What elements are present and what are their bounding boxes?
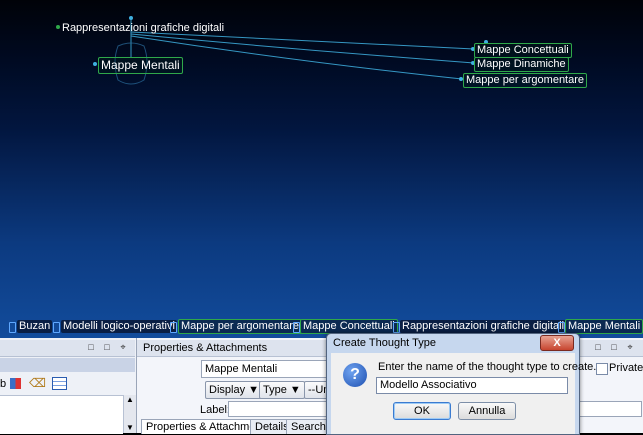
pin-icon — [393, 322, 400, 333]
dialog-title: Create Thought Type — [333, 337, 436, 349]
display-label: Display — [209, 384, 246, 396]
pin-icon — [293, 322, 300, 333]
private-checkbox[interactable] — [596, 363, 608, 375]
ok-button[interactable]: OK — [393, 402, 451, 420]
pinned-thought[interactable]: Rappresentazioni grafiche digitali — [400, 320, 567, 333]
pin-panel-icon[interactable]: ⌖ — [625, 342, 635, 352]
child-thought[interactable]: Mappe Dinamiche — [474, 57, 569, 72]
pinned-thought[interactable]: Mappe per argomentare — [178, 319, 303, 334]
left-panel-list[interactable] — [0, 395, 123, 434]
question-icon: ? — [343, 363, 367, 387]
gate-dot[interactable] — [56, 25, 60, 29]
brush-icon[interactable]: ⌫ — [29, 376, 46, 390]
parent-thought[interactable]: Rappresentazioni grafiche digitali — [62, 22, 224, 35]
child-thought[interactable]: Mappe Concettuali — [474, 43, 572, 58]
table-icon[interactable] — [52, 377, 67, 390]
child-thought[interactable]: Mappe per argomentare — [463, 73, 588, 88]
label-input-right[interactable] — [577, 401, 642, 417]
maximize-icon[interactable]: □ — [609, 342, 619, 352]
type-label: Type — [263, 384, 287, 396]
pin-icon — [53, 322, 60, 333]
scrollbar[interactable]: ▲ ▼ — [123, 395, 136, 433]
pin-panel-icon[interactable]: ⌖ — [118, 342, 128, 352]
label-input[interactable] — [228, 401, 333, 417]
private-label: Private — [609, 362, 643, 374]
pinned-thought[interactable]: Mappe Concettuali — [300, 319, 398, 334]
pin-icon — [170, 322, 177, 333]
active-thought[interactable]: Mappe Mentali — [98, 57, 183, 74]
pinned-thought[interactable]: Buzan — [17, 320, 53, 333]
dialog-message: Enter the name of the thought type to cr… — [378, 361, 597, 373]
pin-icon — [9, 322, 16, 333]
left-panel-strip — [0, 358, 135, 372]
maximize-icon[interactable]: □ — [102, 342, 112, 352]
close-button[interactable]: X — [540, 335, 574, 351]
pin-icon — [558, 322, 565, 333]
dialog-body: ? Enter the name of the thought type to … — [331, 353, 596, 434]
display-dropdown[interactable]: Display ▼ — [205, 381, 264, 399]
left-panel-toolbar: b ⌫ — [0, 375, 135, 393]
gate-dot[interactable] — [93, 62, 97, 66]
scroll-up-icon[interactable]: ▲ — [126, 395, 134, 404]
pinned-thought[interactable]: Modelli logico-operativi — [61, 320, 177, 333]
scroll-down-icon[interactable]: ▼ — [126, 423, 134, 432]
gate-dot[interactable] — [129, 16, 133, 20]
properties-title: Properties & Attachments — [143, 342, 268, 354]
toolbar-fragment-icon: b — [0, 378, 7, 390]
tab-search[interactable]: Search — [286, 419, 331, 434]
pinned-thought[interactable]: Mappe Mentali — [565, 319, 643, 334]
type-dropdown[interactable]: Type ▼ — [259, 381, 305, 399]
image-icon[interactable] — [10, 378, 21, 389]
cancel-button[interactable]: Annulla — [458, 402, 516, 420]
thought-type-name-input[interactable]: Modello Associativo — [376, 377, 568, 394]
left-panel-header: □ □ ⌖ — [0, 340, 135, 357]
restore-icon[interactable]: □ — [86, 342, 96, 352]
brain-view[interactable]: Rappresentazioni grafiche digitali Mappe… — [0, 0, 643, 338]
create-thought-type-dialog: Create Thought Type X ? Enter the name o… — [326, 333, 596, 435]
label-caption: Label: — [200, 404, 230, 416]
restore-icon[interactable]: □ — [593, 342, 603, 352]
